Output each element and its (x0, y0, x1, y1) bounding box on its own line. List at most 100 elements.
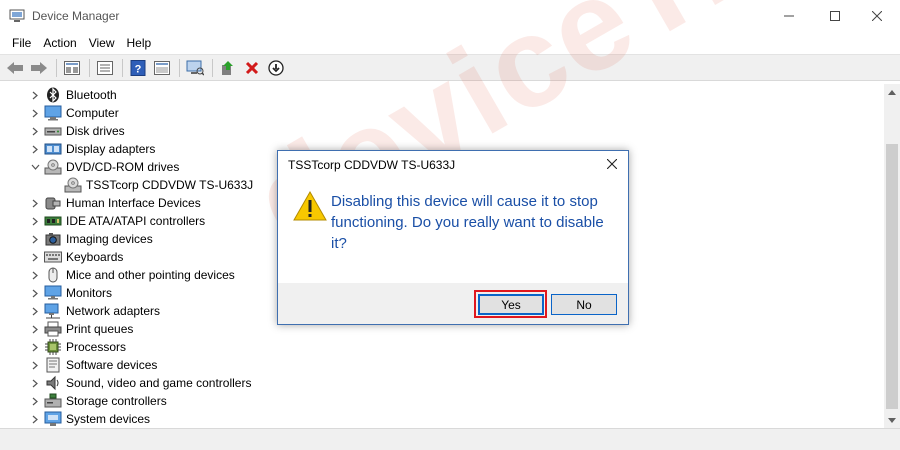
chevron-right-icon[interactable] (28, 248, 42, 266)
chevron-right-icon[interactable] (28, 410, 42, 428)
tree-item-label: System devices (66, 412, 151, 426)
tree-item[interactable]: Display adapters (0, 140, 155, 158)
bluetooth-icon (44, 86, 62, 104)
tree-item-label: Mice and other pointing devices (66, 268, 235, 282)
chevron-right-icon[interactable] (28, 392, 42, 410)
tree-item[interactable]: Mice and other pointing devices (0, 266, 235, 284)
svg-text:?: ? (135, 63, 142, 75)
status-bar (0, 428, 900, 450)
update-driver-icon[interactable] (217, 57, 239, 79)
chevron-down-icon[interactable] (28, 158, 42, 176)
title-bar: Device Manager (0, 0, 900, 32)
tree-item[interactable]: Processors (0, 338, 126, 356)
toolbar-separator (56, 58, 57, 77)
tree-item[interactable]: Imaging devices (0, 230, 153, 248)
menu-help[interactable]: Help (121, 32, 158, 54)
chevron-right-icon[interactable] (28, 104, 42, 122)
menu-view[interactable]: View (83, 32, 121, 54)
details-icon[interactable] (151, 57, 173, 79)
tree-item[interactable]: Computer (0, 104, 119, 122)
storage-controller-icon (44, 392, 62, 410)
tree-item-label: Sound, video and game controllers (66, 376, 252, 390)
dialog-title: TSSTcorp CDDVDW TS-U633J (288, 158, 456, 172)
chevron-right-icon[interactable] (28, 230, 42, 248)
tree-item[interactable]: Monitors (0, 284, 112, 302)
tree-item-label: Imaging devices (66, 232, 153, 246)
tree-item-label: Monitors (66, 286, 113, 300)
properties-icon[interactable] (61, 57, 83, 79)
tree-item-label: Bluetooth (66, 88, 117, 102)
toolbar-separator (89, 58, 90, 77)
menu-file[interactable]: File (6, 32, 37, 54)
warning-icon (293, 190, 327, 221)
no-button[interactable]: No (551, 294, 617, 315)
tree-item-label: Storage controllers (66, 394, 167, 408)
forward-icon[interactable] (28, 57, 50, 79)
chevron-right-icon[interactable] (28, 122, 42, 140)
tree-item-label: Software devices (66, 358, 158, 372)
tree-item[interactable]: TSSTcorp CDDVDW TS-U633J (0, 176, 253, 194)
close-icon (607, 159, 617, 169)
disable-icon[interactable] (265, 57, 287, 79)
tree-item[interactable]: Network adapters (0, 302, 160, 320)
chevron-right-icon[interactable] (28, 212, 42, 230)
dvd-device-icon (64, 176, 82, 194)
uninstall-icon[interactable] (241, 57, 263, 79)
chevron-right-icon[interactable] (28, 302, 42, 320)
menu-bar: File Action View Help (0, 32, 900, 54)
show-hidden-icon[interactable] (94, 57, 116, 79)
scrollbar-thumb[interactable] (886, 144, 898, 409)
chevron-right-icon[interactable] (28, 356, 42, 374)
maximize-button[interactable] (812, 0, 858, 32)
keyboard-icon (44, 248, 62, 266)
disk-drive-icon (44, 122, 62, 140)
chevron-right-icon[interactable] (28, 86, 42, 104)
chevron-right-icon[interactable] (28, 284, 42, 302)
software-device-icon (44, 356, 62, 374)
yes-button[interactable]: Yes (478, 294, 544, 315)
scroll-up-icon[interactable] (884, 84, 900, 100)
tree-item-label: Keyboards (66, 250, 124, 264)
chevron-right-icon[interactable] (28, 194, 42, 212)
tree-item[interactable]: Storage controllers (0, 392, 167, 410)
menu-action[interactable]: Action (37, 32, 82, 54)
device-manager-icon (9, 9, 25, 23)
tree-item[interactable]: Human Interface Devices (0, 194, 201, 212)
chevron-right-icon[interactable] (28, 338, 42, 356)
close-window-button[interactable] (854, 0, 900, 32)
tree-item[interactable]: Print queues (0, 320, 133, 338)
tree-item-label: DVD/CD-ROM drives (66, 160, 180, 174)
tree-item[interactable]: Sound, video and game controllers (0, 374, 251, 392)
chevron-right-icon[interactable] (28, 266, 42, 284)
scroll-down-icon[interactable] (884, 412, 900, 428)
toolbar: ? (0, 54, 900, 81)
back-icon[interactable] (4, 57, 26, 79)
computer-icon (44, 104, 62, 122)
window-title: Device Manager (32, 9, 120, 23)
tree-item[interactable]: Keyboards (0, 248, 123, 266)
tree-item-label: Human Interface Devices (66, 196, 201, 210)
tree-item[interactable]: Bluetooth (0, 86, 117, 104)
tree-item-label: IDE ATA/ATAPI controllers (66, 214, 206, 228)
help-icon[interactable]: ? (127, 57, 149, 79)
dialog-close-button[interactable] (602, 154, 622, 174)
chevron-right-icon[interactable] (28, 140, 42, 158)
vertical-scrollbar[interactable] (884, 84, 900, 428)
chevron-right-icon[interactable] (28, 374, 42, 392)
tree-item[interactable]: Disk drives (0, 122, 125, 140)
tree-item[interactable]: IDE ATA/ATAPI controllers (0, 212, 205, 230)
tree-item-label: TSSTcorp CDDVDW TS-U633J (86, 178, 254, 192)
tree-item[interactable]: DVD/CD-ROM drives (0, 158, 179, 176)
tree-item[interactable]: Software devices (0, 356, 157, 374)
tree-item-label: Disk drives (66, 124, 125, 138)
monitor-icon (44, 284, 62, 302)
tree-item[interactable]: System devices (0, 410, 150, 428)
chevron-right-icon[interactable] (28, 320, 42, 338)
processor-icon (44, 338, 62, 356)
hid-icon (44, 194, 62, 212)
scan-hardware-icon[interactable] (184, 57, 206, 79)
minimize-button[interactable] (766, 0, 812, 32)
speaker-icon (44, 374, 62, 392)
toolbar-separator (179, 58, 180, 77)
